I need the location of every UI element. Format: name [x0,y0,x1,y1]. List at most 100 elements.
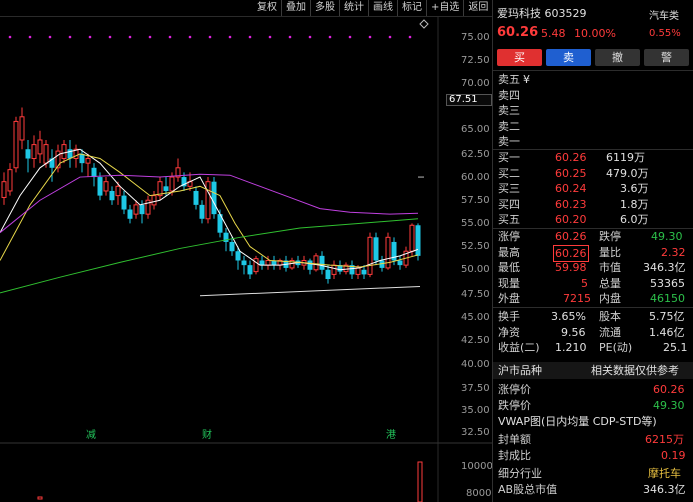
stat-value: 5.75亿 [649,310,685,323]
quote-panel: 爱玛科技 603529 汽车类 60.26 5.48 10.00% 0.55% … [492,0,693,502]
statistics-button[interactable]: 统计 [339,0,368,16]
candle-body [229,241,235,252]
candle-body [85,158,91,164]
overlay-button[interactable]: 叠加 [281,0,310,16]
sell-order-row[interactable]: 卖二 [493,119,693,135]
current-price-marker: 67.51 [446,94,492,106]
stat-value: 1.46亿 [649,325,685,339]
sector-change-pct: 0.55% [649,28,681,39]
price-change-pct: 10.00% [574,27,616,40]
stats-row: 换手 3.65% 股本 5.75亿 [493,309,693,325]
alert-button[interactable]: 警 [644,49,689,66]
candle-body [79,153,85,164]
market-section-bar: 沪市品种 相关数据仅供参考 [493,362,693,379]
extra-row: AB股总市值 346.3亿 [493,482,693,498]
fuquan-button[interactable]: 复权 [253,0,281,16]
candle-body [67,149,73,159]
candle-body [325,269,331,280]
buy-order-row[interactable]: 买三 60.24 3.6万 [493,181,693,197]
stat-value: 1.210 [555,341,587,354]
y-tick-label: 70.00 [461,78,490,89]
ma60-line [0,218,419,294]
stats-row: 最高 60.26 量比 2.32 [493,244,693,262]
kline-chart[interactable] [0,0,492,502]
extra-value: 0.19 [661,449,686,462]
marker-dot [368,35,372,39]
sell-order-row[interactable]: 卖四 [493,88,693,104]
trade-buttons: 买 卖 撤 警 [497,49,689,66]
candle-body [19,116,25,141]
order-label: 买一 [498,151,520,164]
sell-button[interactable]: 卖 [546,49,591,66]
cancel-order-button[interactable]: 撤 [595,49,640,66]
marker-dot [28,35,32,39]
sector-name[interactable]: 汽车类 [649,7,679,22]
y-tick-label: 42.50 [461,335,490,346]
buy-order-row[interactable]: 买四 60.23 1.8万 [493,197,693,213]
stats-row: 净资 9.56 流通 1.46亿 [493,325,693,341]
chart-toolbar: 复权 叠加 多股 统计 画线 标记 +自选 返回 [253,0,492,16]
extra-value: 6215万 [645,433,684,446]
vwap-row[interactable]: VWAP图(日内均量 CDP-STD等) [493,414,693,430]
candle-body [265,259,271,266]
sell-order-row[interactable]: 卖三 [493,103,693,119]
stock-header: 爱玛科技 603529 汽车类 [493,0,693,24]
y-tick-label: 65.00 [461,124,490,135]
extra-row: 跌停价 49.30 [493,398,693,414]
y-tick-label: 60.00 [461,172,490,183]
candle-body [235,251,241,261]
section-title: 沪市品种 [498,364,542,377]
extra-label: 封成比 [498,449,531,462]
extra-label: 细分行业 [498,467,542,480]
order-label: 卖二 [498,119,520,133]
buy-order-row[interactable]: 买一 60.26 6119万 [493,150,693,166]
volume-bar [37,496,43,500]
stats-row: 最低 59.98 市值 346.3亿 [493,260,693,276]
order-label: 买五 [498,213,520,226]
mark-button[interactable]: 标记 [397,0,426,16]
add-watchlist-button[interactable]: +自选 [426,0,463,16]
marker-dot [308,35,312,39]
candle-body [151,195,157,206]
kline-chart-area[interactable]: 复权 叠加 多股 统计 画线 标记 +自选 返回 75.00 72.50 70.… [0,0,493,502]
sell-order-row[interactable]: 卖五 ¥ [493,72,693,88]
marker-dot [48,35,52,39]
candle-body [133,204,139,215]
event-tag-hk[interactable]: 港 [386,431,396,441]
event-tag-finance[interactable]: 财 [202,431,212,441]
draw-line-button[interactable]: 画线 [368,0,397,16]
extra-value: 49.30 [653,399,685,412]
y-tick-label: 52.50 [461,241,490,252]
extra-label: 跌停价 [498,399,531,412]
buy-order-row[interactable]: 买二 60.25 479.0万 [493,166,693,182]
multi-stock-button[interactable]: 多股 [310,0,339,16]
vwap-label[interactable]: VWAP图(日内均量 CDP-STD等) [498,414,657,429]
candle-body [43,144,49,164]
stat-value: 3.65% [551,310,586,323]
marker-dot [408,35,412,39]
y-tick-label: 35.00 [461,405,490,416]
buy-button[interactable]: 买 [497,49,542,66]
candle-body [127,209,133,219]
candle-body [355,267,361,275]
extra-value[interactable]: 摩托车 [648,466,681,481]
candle-body [397,260,403,266]
order-label: 买三 [498,182,520,195]
marker-dot [68,35,72,39]
marker-dot [148,35,152,39]
marker-dot [328,35,332,39]
candle-body [409,224,415,252]
back-button[interactable]: 返回 [463,0,492,16]
stat-label: 现量 [498,276,520,290]
order-label: 买四 [498,197,520,211]
volume-tick-label: 10000 [461,461,493,472]
candle-body [241,260,247,266]
stats-row: 涨停 60.26 跌停 49.30 [493,229,693,245]
stat-label: 市值 [599,261,621,274]
event-tag-reduce[interactable]: 减 [86,431,96,441]
sell-order-row[interactable]: 卖一 [493,134,693,150]
currency-mark: ¥ [523,73,530,86]
extra-label: 涨停价 [498,383,531,396]
order-price: 60.25 [555,166,587,180]
buy-order-row[interactable]: 买五 60.20 6.0万 [493,212,693,228]
